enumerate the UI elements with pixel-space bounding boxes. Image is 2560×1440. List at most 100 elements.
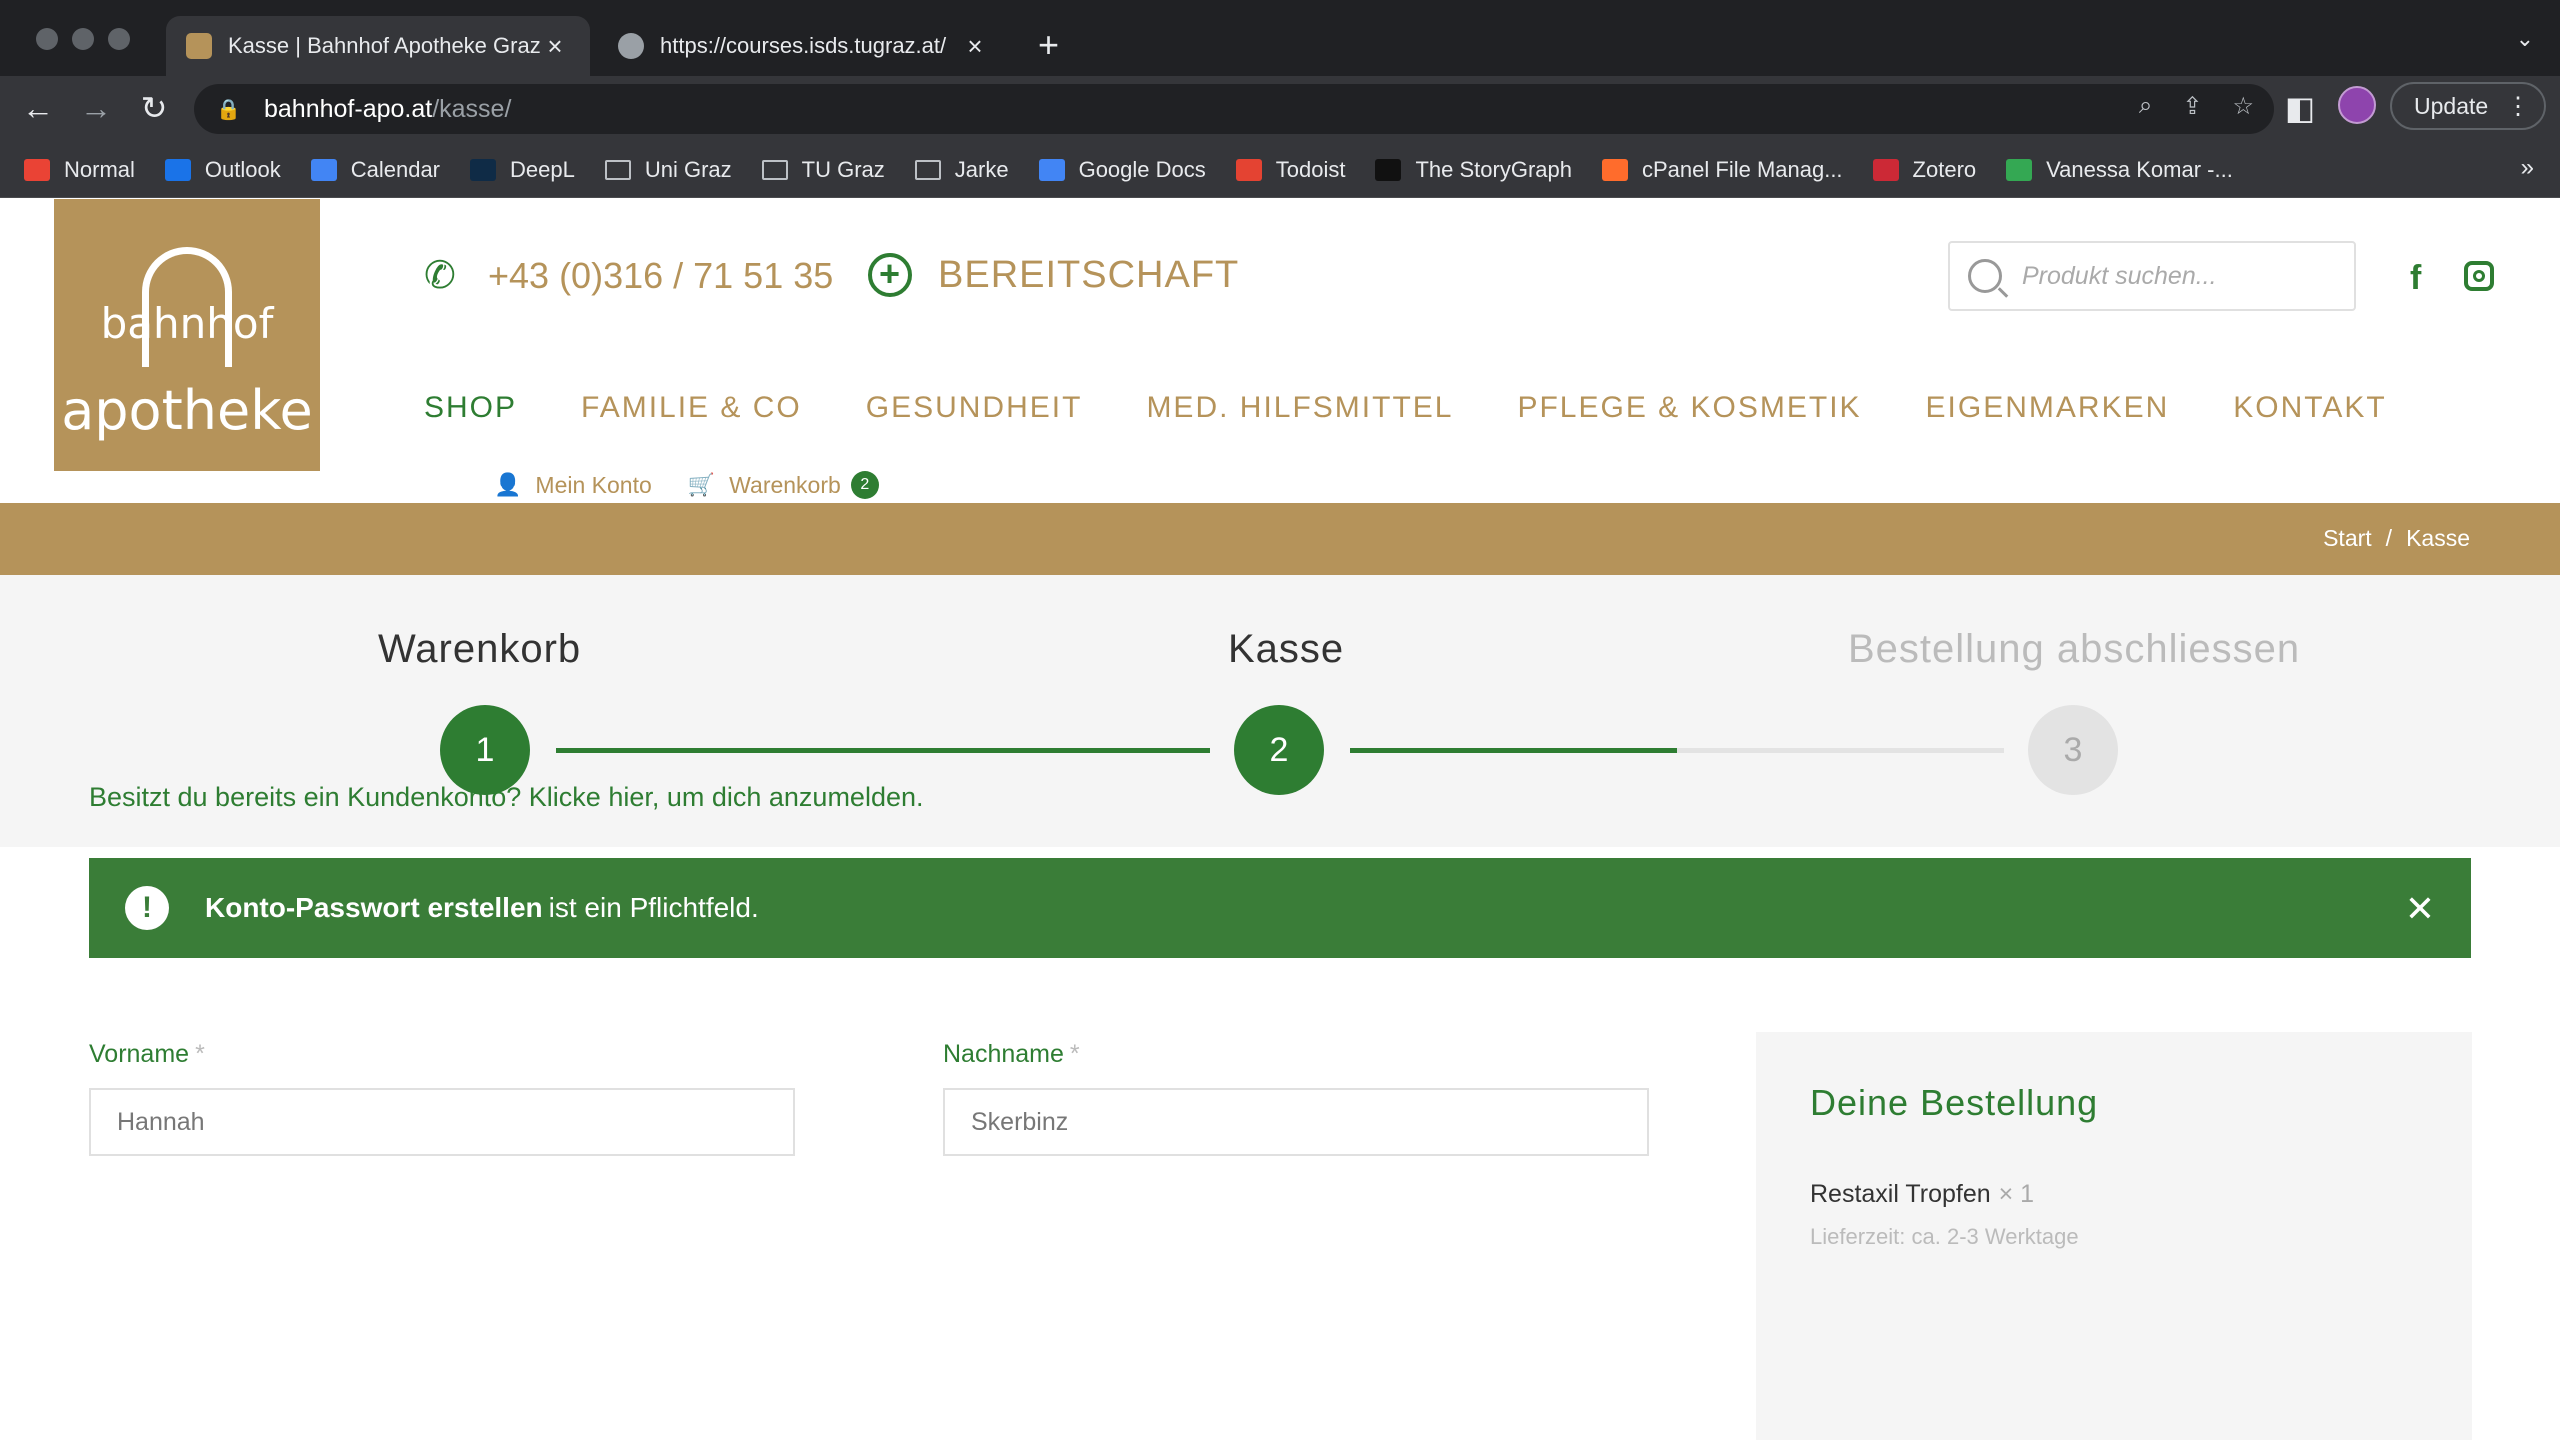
bookmark-item[interactable]: Vanessa Komar -... bbox=[2006, 157, 2233, 183]
forward-arrow-icon[interactable]: → bbox=[76, 88, 116, 128]
share-icon[interactable]: ⇪ bbox=[2182, 92, 2202, 121]
breadcrumb-start[interactable]: Start bbox=[2323, 525, 2372, 552]
window-minimize-button[interactable] bbox=[72, 28, 94, 50]
step-3-label: Bestellung abschliessen bbox=[1848, 627, 2301, 671]
breadcrumb-separator: / bbox=[2385, 525, 2393, 551]
bereitschaft-label: BEREITSCHAFT bbox=[938, 253, 1240, 296]
bookmark-item[interactable]: Uni Graz bbox=[604, 157, 732, 183]
site-logo[interactable]: bahnhof apotheke bbox=[54, 199, 320, 471]
step-2-circle[interactable]: 2 bbox=[1234, 705, 1324, 795]
breadcrumb: Start / Kasse bbox=[2323, 525, 2470, 552]
bookmark-item[interactable]: DeepL bbox=[470, 157, 575, 183]
step-2-label: Kasse bbox=[1228, 627, 1345, 671]
bookmark-item[interactable]: TU Graz bbox=[761, 157, 885, 183]
bookmarks-overflow-icon[interactable]: » bbox=[2521, 154, 2534, 182]
tab-title: https://courses.isds.tugraz.at/ bbox=[660, 33, 947, 58]
kebab-menu-icon[interactable]: ⋮ bbox=[2506, 92, 2530, 121]
back-arrow-icon[interactable]: ← bbox=[18, 88, 58, 128]
cart-count-badge: 2 bbox=[850, 471, 879, 499]
tab-close-icon[interactable]: × bbox=[540, 31, 570, 62]
bereitschaft-link[interactable]: + BEREITSCHAFT bbox=[868, 253, 1239, 297]
reload-icon[interactable]: ↻ bbox=[134, 88, 174, 128]
profile-avatar[interactable] bbox=[2338, 86, 2376, 124]
bookmark-favicon-icon bbox=[470, 158, 497, 181]
logo-line-1: bahnhof bbox=[100, 299, 274, 348]
instagram-icon[interactable] bbox=[2464, 261, 2494, 291]
globe-icon bbox=[618, 33, 644, 59]
bookmark-label: Calendar bbox=[350, 156, 441, 182]
bookmark-favicon-icon bbox=[2006, 158, 2033, 181]
bookmark-label: Zotero bbox=[1912, 156, 1977, 182]
required-mark: * bbox=[1069, 1040, 1080, 1068]
nav-item[interactable]: EIGENMARKEN bbox=[1926, 391, 2170, 425]
bookmark-item[interactable]: Calendar bbox=[310, 156, 441, 183]
my-account-link[interactable]: 👤 Mein Konto bbox=[494, 472, 652, 499]
side-panel-icon[interactable]: ◧ bbox=[2280, 88, 2320, 128]
plus-circle-icon: + bbox=[868, 253, 912, 297]
bookmark-item[interactable]: Google Docs bbox=[1038, 156, 1206, 183]
order-delivery-time: Lieferzeit: ca. 2-3 Werktage bbox=[1810, 1224, 2079, 1249]
phone-link[interactable]: ✆ +43 (0)316 / 71 51 35 bbox=[424, 255, 833, 297]
order-item-qty: × 1 bbox=[1998, 1180, 2035, 1208]
bookmark-item[interactable]: Zotero bbox=[1872, 156, 1977, 183]
bookmark-favicon-icon bbox=[1602, 158, 1628, 181]
phone-number: +43 (0)316 / 71 51 35 bbox=[488, 255, 834, 296]
window-close-button[interactable] bbox=[36, 28, 58, 50]
nav-item[interactable]: KONTAKT bbox=[2233, 391, 2386, 425]
close-icon[interactable]: ✕ bbox=[2405, 888, 2435, 930]
tab-title: Kasse | Bahnhof Apotheke Graz bbox=[228, 33, 540, 58]
lastname-field[interactable]: Skerbinz bbox=[943, 1088, 1649, 1156]
login-hint-link[interactable]: Besitzt du bereits ein Kundenkonto? Klic… bbox=[89, 782, 924, 813]
bookmark-item[interactable]: Jarke bbox=[914, 156, 1009, 183]
tab-kasse[interactable]: Kasse | Bahnhof Apotheke Graz × bbox=[166, 16, 590, 76]
tab-courses[interactable]: https://courses.isds.tugraz.at/ × bbox=[598, 16, 1010, 76]
bookmark-label: Google Docs bbox=[1078, 156, 1206, 182]
bookmark-item[interactable]: Normal bbox=[24, 157, 135, 183]
nav-item[interactable]: SHOP bbox=[424, 391, 517, 425]
nav-item[interactable]: PFLEGE & KOSMETIK bbox=[1517, 391, 1861, 425]
bookmark-favicon-icon bbox=[164, 158, 191, 181]
new-tab-icon[interactable]: + bbox=[1038, 24, 1059, 66]
bookmark-item[interactable]: The StoryGraph bbox=[1375, 157, 1572, 183]
browser-tabbar: Kasse | Bahnhof Apotheke Graz × https://… bbox=[0, 0, 2560, 76]
browser-toolbar: ← → ↻ 🔒 bahnhof-apo.at/kasse/ ⌕ ⇪ ☆ ◧ Up… bbox=[0, 76, 2560, 142]
bookmark-item[interactable]: cPanel File Manag... bbox=[1602, 157, 1843, 183]
bookmark-label: Todoist bbox=[1275, 156, 1346, 182]
logo-line-2: apotheke bbox=[61, 379, 313, 442]
zoom-icon[interactable]: ⌕ bbox=[2139, 92, 2152, 121]
bookmark-item[interactable]: Outlook bbox=[164, 157, 281, 183]
product-search-input[interactable]: Produkt suchen... bbox=[1948, 241, 2356, 311]
my-account-label: Mein Konto bbox=[535, 471, 652, 498]
firstname-label: Vorname * bbox=[89, 1040, 205, 1069]
breadcrumb-current: Kasse bbox=[2406, 525, 2470, 551]
url-host: bahnhof-apo.at bbox=[264, 94, 433, 123]
update-button[interactable]: Update ⋮ bbox=[2390, 82, 2546, 130]
bookmark-item[interactable]: Todoist bbox=[1235, 156, 1346, 183]
bookmark-label: Vanessa Komar -... bbox=[2046, 156, 2233, 182]
facebook-icon[interactable]: f bbox=[2410, 259, 2421, 298]
bookmark-label: The StoryGraph bbox=[1415, 156, 1572, 182]
bookmark-label: Normal bbox=[64, 156, 135, 182]
search-placeholder: Produkt suchen... bbox=[2022, 261, 2217, 290]
nav-item[interactable]: MED. HILFSMITTEL bbox=[1146, 391, 1453, 425]
tab-search-chevron-icon[interactable]: ⌄ bbox=[2516, 26, 2534, 52]
step-line-1 bbox=[556, 748, 1210, 753]
address-bar[interactable]: 🔒 bahnhof-apo.at/kasse/ ⌕ ⇪ ☆ bbox=[194, 84, 2274, 134]
cart-link[interactable]: 🛒 Warenkorb 2 bbox=[688, 471, 879, 499]
order-title: Deine Bestellung bbox=[1810, 1082, 2099, 1123]
bookmark-label: Jarke bbox=[954, 156, 1009, 182]
error-notice: ! Konto-Passwort erstellen ist ein Pflic… bbox=[89, 858, 2471, 958]
firstname-label-text: Vorname bbox=[89, 1040, 190, 1068]
update-label: Update bbox=[2414, 92, 2489, 119]
folder-icon bbox=[914, 159, 941, 180]
nav-item[interactable]: GESUNDHEIT bbox=[866, 391, 1083, 425]
order-item: Restaxil Tropfen × 1 bbox=[1810, 1180, 2034, 1209]
nav-item[interactable]: FAMILIE & CO bbox=[581, 391, 802, 425]
bookmark-favicon-icon bbox=[1872, 158, 1899, 181]
window-zoom-button[interactable] bbox=[108, 28, 130, 50]
firstname-field[interactable]: Hannah bbox=[89, 1088, 795, 1156]
user-icon: 👤 bbox=[494, 472, 522, 497]
required-mark: * bbox=[195, 1040, 205, 1068]
tab-close-icon[interactable]: × bbox=[960, 31, 990, 62]
star-icon[interactable]: ☆ bbox=[2232, 92, 2254, 121]
